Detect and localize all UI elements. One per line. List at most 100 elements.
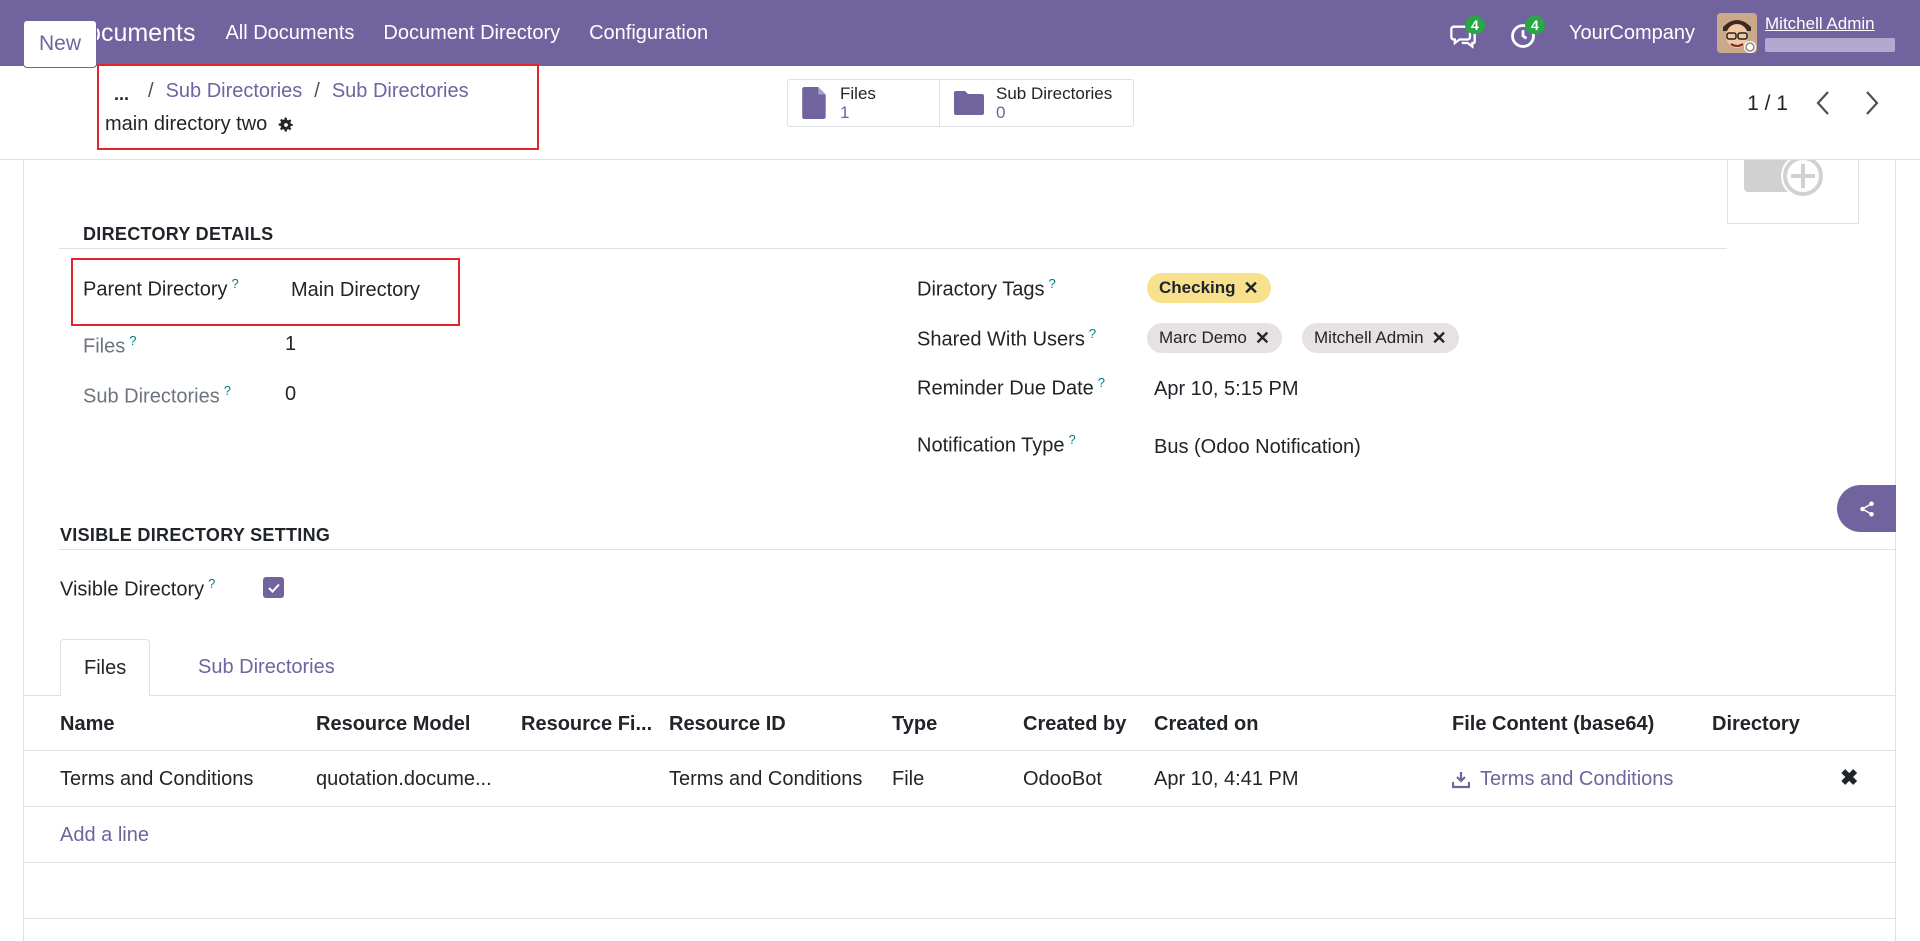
breadcrumb-ellipsis[interactable]: ... (114, 84, 129, 105)
cell-type: File (892, 768, 925, 790)
folder-icon (954, 91, 984, 115)
help-icon[interactable]: ? (1098, 375, 1105, 390)
menu-configuration[interactable]: Configuration (589, 22, 708, 45)
notebook-tabs: Files Sub Directories (23, 639, 1896, 697)
cell-resource-id: Terms and Conditions (669, 768, 863, 790)
user-avatar[interactable] (1717, 13, 1757, 53)
directory-tags-label: Diractory Tags? (917, 276, 1056, 301)
col-file-content[interactable]: File Content (base64) (1452, 713, 1654, 736)
reminder-due-date-label: Reminder Due Date? (917, 375, 1105, 400)
avatar-image (1717, 13, 1757, 53)
col-resource-model[interactable]: Resource Model (316, 713, 470, 736)
user-database-name (1765, 38, 1895, 52)
menu-document-directory[interactable]: Document Directory (383, 22, 560, 45)
files-stat-value: 1 (840, 103, 850, 122)
sub-directories-label: Sub Directories? (83, 383, 231, 408)
checkmark-icon (267, 583, 280, 593)
visible-directory-label: Visible Directory? (60, 576, 216, 601)
col-type[interactable]: Type (892, 713, 937, 736)
notification-type-label: Notification Type? (917, 432, 1076, 457)
tab-files[interactable]: Files (60, 639, 151, 697)
cell-resource-model: quotation.docume... (316, 768, 492, 790)
files-value: 1 (285, 333, 297, 355)
breadcrumb-sub-directories-2[interactable]: Sub Directories (332, 80, 469, 103)
activities-count-badge: 4 (1524, 16, 1545, 34)
notification-type-value[interactable]: Bus (Odoo Notification) (1154, 436, 1361, 459)
delete-row-icon[interactable]: ✖ (1840, 765, 1858, 791)
help-icon[interactable]: ? (129, 333, 136, 348)
table-row[interactable]: Terms and Conditions quotation.docume...… (23, 751, 1896, 807)
col-resource-id[interactable]: Resource ID (669, 713, 786, 736)
breadcrumb-highlight-box (97, 64, 539, 150)
files-stat-label: Files (840, 84, 876, 103)
pager-value[interactable]: 1 / 1 (1747, 92, 1788, 116)
pager-previous-button[interactable] (1815, 90, 1831, 123)
section-divider (59, 549, 1895, 550)
tag-label: Checking (1159, 278, 1236, 297)
section-divider (59, 248, 1727, 249)
sub-directories-value: 0 (285, 383, 297, 405)
download-icon (1452, 771, 1470, 788)
add-image-icon (1744, 160, 1825, 198)
share-icon (1859, 501, 1874, 516)
tag-label: Marc Demo (1159, 328, 1247, 347)
help-icon[interactable]: ? (208, 576, 215, 591)
activities-button[interactable]: 4 (1509, 16, 1545, 48)
company-switcher[interactable]: YourCompany (1569, 22, 1695, 45)
menu-all-documents[interactable]: All Documents (225, 22, 354, 45)
breadcrumb: / Sub Directories / Sub Directories (148, 80, 469, 103)
user-menu[interactable]: Mitchell Admin (1765, 14, 1895, 52)
sub-directories-stat-value: 0 (996, 103, 1006, 122)
cell-name: Terms and Conditions (60, 768, 254, 790)
messages-button[interactable]: 4 (1449, 16, 1485, 49)
tag-label: Mitchell Admin (1314, 328, 1424, 347)
record-title: main directory two (105, 113, 295, 136)
user-tag-mitchell-admin[interactable]: Mitchell Admin ✕ (1302, 323, 1459, 353)
add-a-line-button[interactable]: Add a line (60, 824, 149, 847)
cell-created-on: Apr 10, 4:41 PM (1154, 768, 1299, 790)
parent-directory-value[interactable]: Main Directory (291, 279, 420, 302)
remove-tag-icon[interactable]: ✕ (1244, 278, 1259, 299)
col-created-by[interactable]: Created by (1023, 713, 1126, 736)
visible-directory-setting-title: VISIBLE DIRECTORY SETTING (60, 525, 331, 545)
col-created-on[interactable]: Created on (1154, 713, 1258, 736)
remove-tag-icon[interactable]: ✕ (1255, 328, 1270, 349)
cell-created-by: OdooBot (1023, 768, 1102, 790)
smart-buttons: Files 1 Sub Directories 0 (787, 79, 1134, 127)
col-name[interactable]: Name (60, 713, 114, 736)
empty-table-row (23, 863, 1896, 919)
sub-directories-smart-button[interactable]: Sub Directories 0 (940, 80, 1133, 126)
breadcrumb-separator: / (148, 80, 154, 102)
tab-sub-directories[interactable]: Sub Directories (175, 639, 358, 696)
col-directory[interactable]: Directory (1712, 713, 1800, 736)
help-icon[interactable]: ? (232, 276, 239, 291)
new-button[interactable]: New (23, 20, 97, 68)
files-label: Files? (83, 333, 137, 358)
file-content-link[interactable]: Terms and Conditions (1480, 768, 1673, 791)
files-smart-button[interactable]: Files 1 (788, 80, 940, 126)
remove-tag-icon[interactable]: ✕ (1432, 328, 1447, 349)
help-icon[interactable]: ? (1069, 432, 1076, 447)
tag-checking[interactable]: Checking ✕ (1147, 273, 1271, 303)
messages-count-badge: 4 (1464, 16, 1485, 34)
gear-icon[interactable] (277, 116, 295, 134)
help-icon[interactable]: ? (224, 383, 231, 398)
top-navbar: Documents All Documents Document Directo… (0, 0, 1920, 66)
share-button[interactable] (1837, 485, 1896, 532)
chevron-right-icon (1866, 91, 1879, 115)
sub-directories-stat-label: Sub Directories (996, 84, 1113, 103)
cell-file-content[interactable]: Terms and Conditions (1452, 768, 1673, 791)
record-name: main directory two (105, 113, 268, 135)
breadcrumb-sub-directories-1[interactable]: Sub Directories (166, 80, 303, 103)
col-resource-field[interactable]: Resource Fi... (521, 713, 652, 736)
shared-with-users-label: Shared With Users? (917, 326, 1097, 351)
help-icon[interactable]: ? (1089, 326, 1096, 341)
visible-directory-checkbox[interactable] (263, 577, 284, 598)
breadcrumb-separator: / (314, 80, 320, 102)
file-icon (802, 87, 826, 119)
reminder-due-date-value[interactable]: Apr 10, 5:15 PM (1154, 378, 1299, 401)
directory-image-field[interactable] (1727, 160, 1859, 224)
user-tag-marc-demo[interactable]: Marc Demo ✕ (1147, 323, 1282, 353)
pager-next-button[interactable] (1864, 90, 1880, 123)
help-icon[interactable]: ? (1048, 276, 1055, 291)
